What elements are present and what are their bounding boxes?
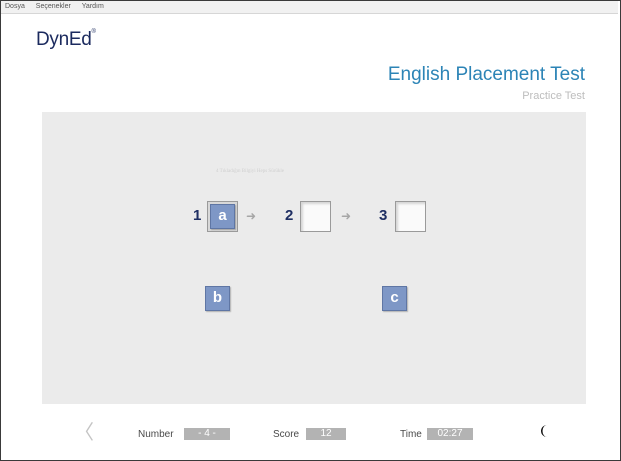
chevron-left-icon[interactable]: 〈 [74,423,94,443]
page-title: English Placement Test [387,64,585,85]
slot-number-2: 2 [285,207,294,224]
answer-slot-2[interactable] [300,201,331,232]
slot-number-1: 1 [193,207,202,224]
exercise-panel [42,112,586,404]
arrow-right-icon: ➜ [246,209,257,223]
slot-number-3: 3 [379,207,388,224]
score-value: 12 [306,428,346,440]
faint-instruction: 4 Tıkladığın Bilgiyi Heps Sürükle [216,169,284,174]
score-label: Score [273,429,300,440]
time-value: 02:27 [427,428,473,440]
menu-item-options[interactable]: Seçenekler [36,3,71,10]
moon-icon[interactable] [538,424,552,438]
menu-item-help[interactable]: Yardım [82,3,104,10]
number-label: Number [138,429,174,440]
answer-tile-a[interactable]: a [210,204,235,229]
answer-slot-3[interactable] [395,201,426,232]
menu-item-file[interactable]: Dosya [5,3,25,10]
dyned-logo: DynEd® [36,29,96,51]
page-subtitle: Practice Test [522,90,585,102]
option-tile-c[interactable]: c [382,286,407,311]
number-value: - 4 - [184,428,230,440]
option-tile-b[interactable]: b [205,286,230,311]
logo-text: DynEd [36,29,92,50]
logo-mark: ® [91,29,96,35]
time-label: Time [400,429,422,440]
arrow-right-icon: ➜ [341,209,352,223]
menu-bar: Dosya Seçenekler Yardım [1,1,618,14]
